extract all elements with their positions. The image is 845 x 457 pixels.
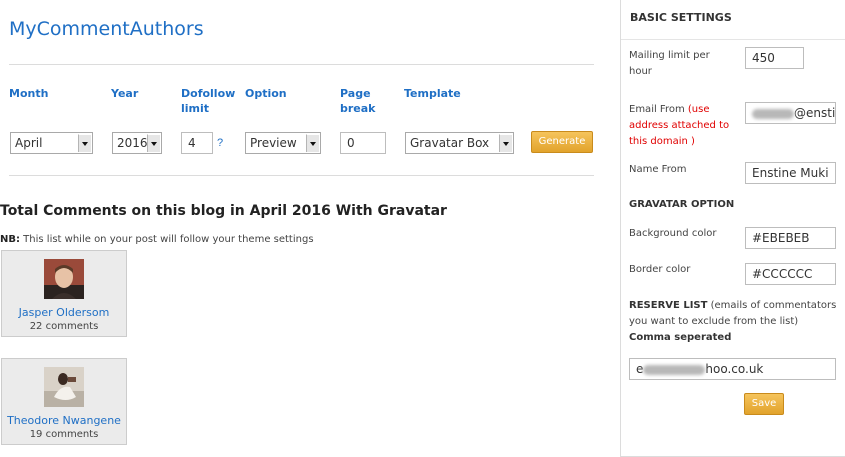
dofollow-limit-input[interactable]: 4 [181,132,213,154]
reserve-list-bold2: Comma seperated [629,332,732,343]
template-select-value: Gravatar Box [410,136,490,150]
panel-divider [621,39,845,40]
year-label: Year [111,87,139,100]
comment-count: 19 comments [29,429,99,440]
reserve-list-input[interactable]: e hoo.co.uk [629,358,836,380]
reserve-list-label: RESERVE LIST (emails of commentators you… [629,298,841,346]
dofollow-label-line1: Dofollow [181,87,236,100]
chevron-down-icon [147,134,160,152]
reserve-list-bold: RESERVE LIST [629,300,708,311]
note-text: This list while on your post will follow… [20,234,314,245]
redacted-text [643,364,706,375]
mailing-limit-label: Mailing limit per hour [629,48,710,80]
option-select-value: Preview [250,136,297,150]
reserve-value-suffix: hoo.co.uk [705,362,764,376]
page-break-label: Page break [340,86,376,116]
email-from-suffix: @enstir [794,106,836,120]
filters-divider [9,175,594,176]
email-from-hint-line2: address attached to [629,120,730,131]
name-from-input[interactable]: Enstine Muki [745,162,836,184]
app-title: MyCommentAuthors [9,18,204,40]
dofollow-label-line2: limit [181,102,210,115]
background-color-input[interactable]: #EBEBEB [745,227,836,249]
mailing-limit-label-line2: hour [629,66,652,77]
redacted-text [752,108,794,119]
template-select[interactable]: Gravatar Box [405,132,514,154]
author-card: Jasper Oldersom 22 comments [1,250,127,337]
dofollow-help-link[interactable]: ? [217,137,223,149]
author-name[interactable]: Theodore Nwangene [2,414,126,427]
chevron-down-icon [78,134,91,152]
page-break-label-line1: Page [340,87,371,100]
background-color-label: Background color [629,228,717,239]
page-break-input[interactable]: 0 [340,132,386,154]
email-from-label: Email From (use address attached to this… [629,102,729,150]
save-button[interactable]: Save [744,393,784,415]
border-color-input[interactable]: #CCCCCC [745,263,836,285]
border-color-label: Border color [629,264,691,275]
author-card: Theodore Nwangene 19 comments [1,358,127,445]
option-select[interactable]: Preview [245,132,321,154]
email-from-label-text: Email From [629,104,685,115]
author-name[interactable]: Jasper Oldersom [2,306,126,319]
email-from-hint-line3: this domain ) [629,136,695,147]
year-select-value: 2016 [117,136,148,150]
page-break-label-line2: break [340,102,376,115]
month-label: Month [9,87,49,100]
month-select[interactable]: April [10,132,93,154]
option-label: Option [245,87,287,100]
header-divider [9,64,594,65]
results-title: Total Comments on this blog in April 201… [0,203,447,219]
dofollow-label: Dofollow limit [181,86,235,116]
note-prefix: NB: [0,234,20,245]
name-from-label: Name From [629,164,687,175]
comment-count: 22 comments [29,321,99,332]
results-note: NB: This list while on your post will fo… [0,234,314,245]
gravatar-option-heading: GRAVATAR OPTION [629,199,735,210]
email-from-hint-line1: (use [687,104,710,115]
avatar[interactable] [44,367,84,407]
chevron-down-icon [306,134,319,152]
avatar[interactable] [44,259,84,299]
month-select-value: April [15,136,43,150]
chevron-down-icon [499,134,512,152]
mailing-limit-label-line1: Mailing limit per [629,50,710,61]
reserve-value-prefix: e [636,362,644,376]
basic-settings-panel: BASIC SETTINGS Mailing limit per hour 45… [620,0,845,457]
generate-button[interactable]: Generate [531,131,593,153]
mailing-limit-input[interactable]: 450 [745,47,804,69]
panel-title: BASIC SETTINGS [630,11,732,24]
year-select[interactable]: 2016 [112,132,162,154]
email-from-input[interactable]: @enstir [745,102,836,124]
template-label: Template [404,87,461,100]
